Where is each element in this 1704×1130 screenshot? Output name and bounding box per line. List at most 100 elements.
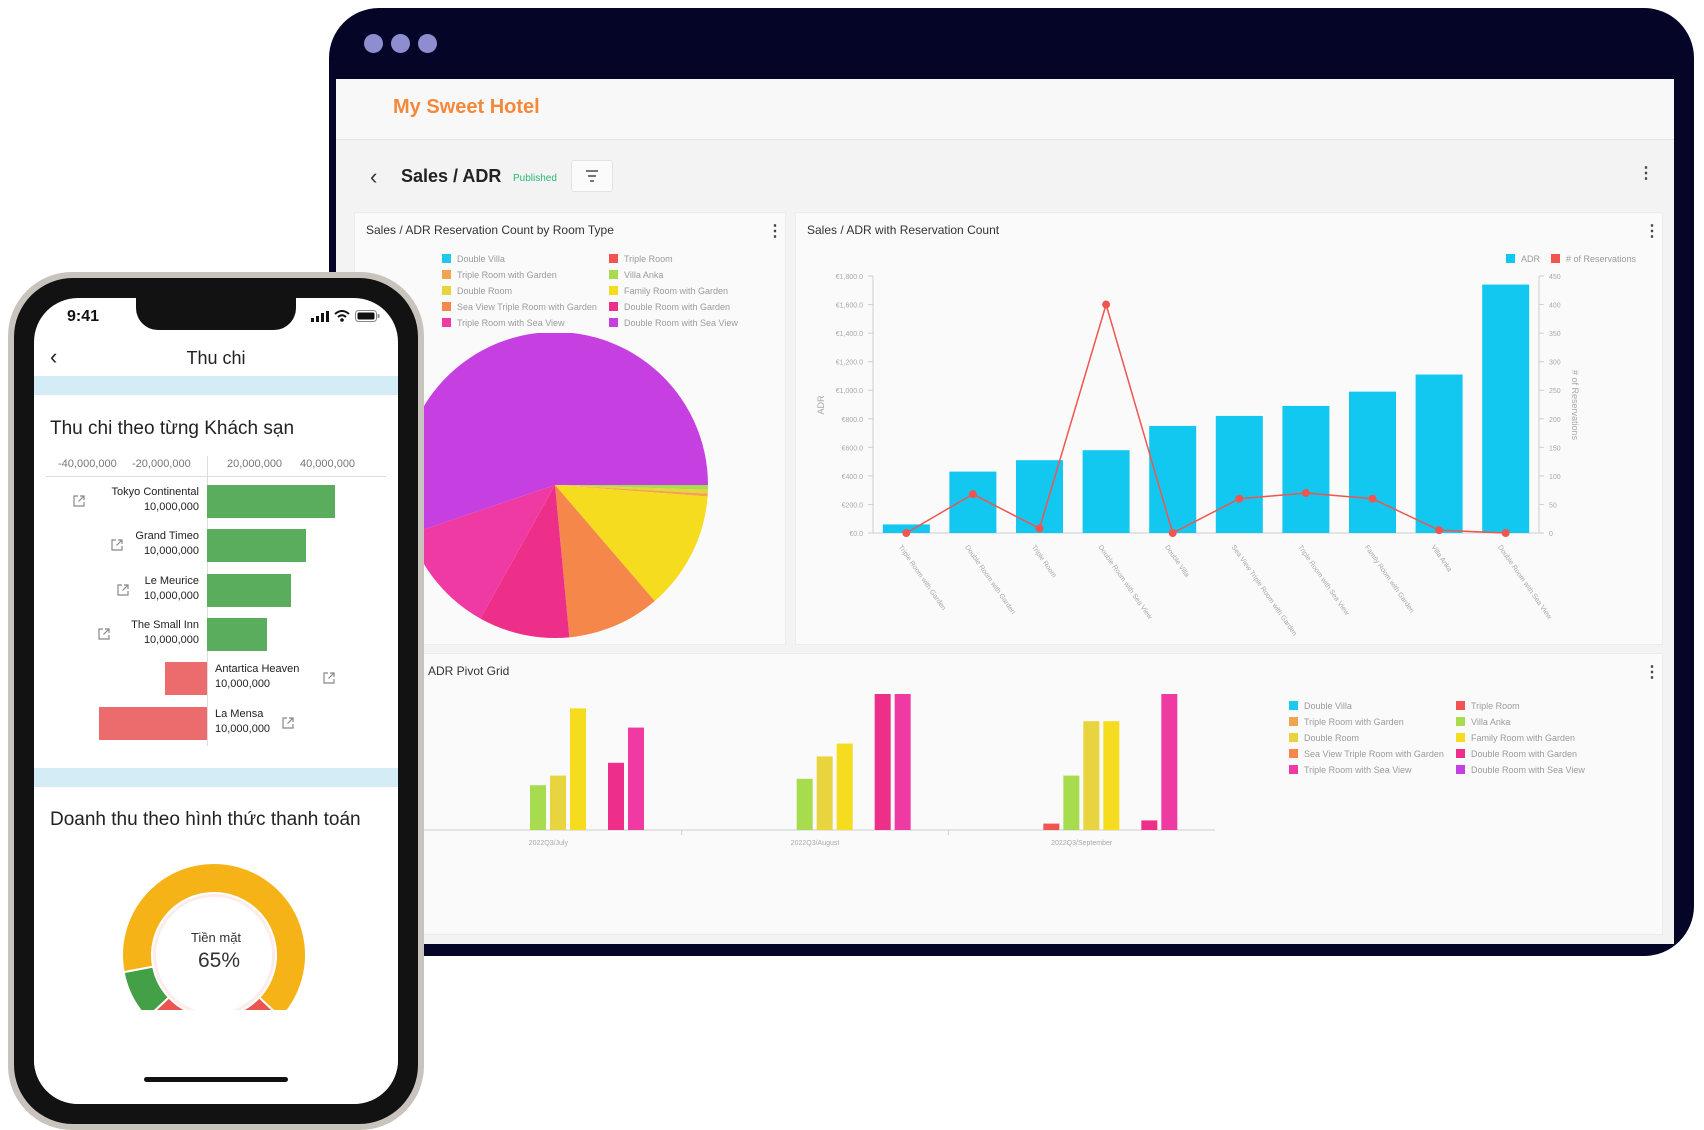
pivot-legend-swatch bbox=[1289, 749, 1298, 758]
hotel-value: 10,000,000 bbox=[143, 589, 199, 602]
axis-tick: -20,000,000 bbox=[132, 458, 191, 470]
hotel-bar bbox=[207, 529, 306, 563]
pivot-bar bbox=[1161, 694, 1178, 830]
phone-frame: 9:41 ‹ Thu chi Thu chi theo từng Khách s… bbox=[8, 272, 424, 1130]
pivot-legend-label: Triple Room with Garden bbox=[1304, 717, 1404, 727]
y-right-tick: 250 bbox=[1549, 388, 1561, 395]
adr-bar bbox=[1215, 415, 1263, 533]
pie-legend-swatch bbox=[442, 318, 451, 327]
pivot-bar bbox=[1043, 823, 1060, 830]
pie-legend-swatch bbox=[609, 254, 618, 263]
x-tick-label: Triple Room with Sea View bbox=[1296, 544, 1350, 617]
pivot-bar bbox=[874, 694, 891, 830]
hotel-bar bbox=[207, 485, 335, 518]
pie-legend-swatch bbox=[609, 302, 618, 311]
axis-tick: 40,000,000 bbox=[300, 458, 356, 470]
section2-title: Doanh thu theo hình thức thanh toán bbox=[50, 809, 361, 830]
open-external-icon[interactable] bbox=[97, 627, 111, 641]
pie-legend-item: Triple Room with Sea View bbox=[442, 318, 565, 328]
x-tick-label: Triple Room with Garden bbox=[897, 544, 947, 612]
x-tick-label: Double Villa bbox=[1163, 544, 1190, 579]
pie-legend-swatch bbox=[442, 302, 451, 311]
combo-card-title: Sales / ADR with Reservation Count bbox=[807, 223, 1000, 237]
pivot-legend-swatch bbox=[1289, 717, 1298, 726]
pie-legend-label: Double Villa bbox=[457, 254, 505, 264]
pivot-legend-item: Double Room bbox=[1289, 733, 1359, 743]
app-header: My Sweet Hotel bbox=[336, 79, 1674, 140]
y-left-tick: €0.0 bbox=[849, 531, 863, 538]
open-external-icon[interactable] bbox=[72, 494, 86, 508]
open-external-icon[interactable] bbox=[281, 716, 295, 730]
back-chevron-icon[interactable]: ‹ bbox=[370, 164, 377, 190]
x-tick-label: Double Room with Sea View bbox=[1496, 544, 1553, 621]
adr-bar bbox=[1482, 284, 1530, 533]
open-external-icon-arrow bbox=[287, 716, 294, 724]
hotel-bar bbox=[99, 706, 207, 740]
open-external-icon[interactable] bbox=[110, 538, 124, 552]
y-right-tick: 100 bbox=[1549, 474, 1561, 481]
axis-tick: -40,000,000 bbox=[58, 458, 117, 470]
pivot-card-more-icon[interactable]: ⋮ bbox=[1644, 665, 1660, 681]
pivot-legend-label: Triple Room bbox=[1471, 701, 1520, 711]
y-right-tick: 350 bbox=[1549, 331, 1561, 338]
filter-button[interactable] bbox=[571, 160, 613, 192]
bottom-safe-area bbox=[34, 1010, 398, 1104]
pie-legend-label: Family Room with Garden bbox=[624, 286, 729, 296]
y-left-tick: €400.0 bbox=[842, 474, 864, 481]
reservations-point bbox=[1435, 526, 1444, 535]
y-right-tick: 50 bbox=[1549, 502, 1557, 509]
adr-bar bbox=[1415, 374, 1463, 533]
pivot-legend-item: Family Room with Garden bbox=[1456, 733, 1575, 743]
window-dot bbox=[391, 34, 410, 53]
y-right-axis-label: # of Reservations bbox=[1570, 370, 1580, 441]
hotel-value: 10,000,000 bbox=[143, 633, 199, 646]
open-external-icon[interactable] bbox=[116, 583, 130, 597]
reservations-point bbox=[902, 529, 911, 537]
pie-legend-item: Double Room bbox=[442, 286, 512, 296]
open-external-icon-arrow bbox=[327, 672, 335, 680]
pivot-bar bbox=[1083, 721, 1100, 830]
y-right-tick: 400 bbox=[1549, 303, 1561, 310]
pivot-legend-swatch bbox=[1456, 733, 1465, 742]
pivot-card-title: ADR Pivot Grid bbox=[428, 664, 510, 678]
pivot-x-label: 2022Q3/September bbox=[1051, 840, 1113, 847]
y-right-tick: 150 bbox=[1549, 445, 1561, 452]
adr-bar bbox=[1149, 425, 1197, 533]
phone-screen: 9:41 ‹ Thu chi Thu chi theo từng Khách s… bbox=[34, 298, 398, 1104]
status-badge: Published bbox=[513, 173, 557, 184]
adr-bar bbox=[1349, 391, 1396, 533]
pie-legend-item: Double Villa bbox=[442, 254, 505, 264]
x-tick-label: Double Room with Sea View bbox=[1096, 544, 1153, 621]
pivot-legend-item: Sea View Triple Room with Garden bbox=[1289, 749, 1444, 759]
pivot-bar bbox=[1141, 820, 1158, 830]
pivot-legend-item: Triple Room with Sea View bbox=[1289, 765, 1412, 775]
x-tick-label: Family Room with Garden bbox=[1363, 544, 1415, 614]
pivot-bar bbox=[608, 762, 624, 830]
pie-card-title: Sales / ADR Reservation Count by Room Ty… bbox=[366, 223, 614, 237]
status-icons bbox=[311, 310, 380, 322]
pivot-bar bbox=[836, 743, 853, 830]
open-external-icon[interactable] bbox=[322, 671, 336, 685]
pivot-legend-label: Double Room with Garden bbox=[1471, 749, 1578, 759]
pie-legend-swatch bbox=[609, 270, 618, 279]
combo-card-more-icon[interactable]: ⋮ bbox=[1644, 224, 1660, 240]
page-title: Thu chi bbox=[186, 348, 246, 368]
donut-value: 65% bbox=[197, 949, 241, 972]
hotel-value: 10,000,000 bbox=[143, 545, 199, 558]
pivot-legend-label: Triple Room with Sea View bbox=[1304, 765, 1412, 775]
hotel-value: 10,000,000 bbox=[215, 678, 271, 691]
home-indicator[interactable] bbox=[144, 1077, 288, 1082]
y-left-tick: €600.0 bbox=[842, 445, 864, 452]
donut-label: Tiền mặt bbox=[190, 930, 242, 945]
pie-card-more-icon[interactable]: ⋮ bbox=[767, 224, 783, 240]
y-right-tick: 0 bbox=[1549, 531, 1553, 538]
open-external-icon-arrow bbox=[115, 539, 123, 547]
pivot-legend-item: Double Villa bbox=[1289, 701, 1352, 711]
y-left-tick: €1,600.0 bbox=[836, 303, 863, 310]
pivot-legend-label: Family Room with Garden bbox=[1471, 733, 1576, 743]
dashboard-more-icon[interactable]: ⋮ bbox=[1638, 166, 1654, 182]
reservations-point bbox=[1368, 494, 1377, 503]
pivot-legend-swatch bbox=[1289, 701, 1298, 710]
y-left-tick: €200.0 bbox=[842, 502, 864, 509]
pivot-legend-item: Double Room with Garden bbox=[1456, 749, 1577, 759]
